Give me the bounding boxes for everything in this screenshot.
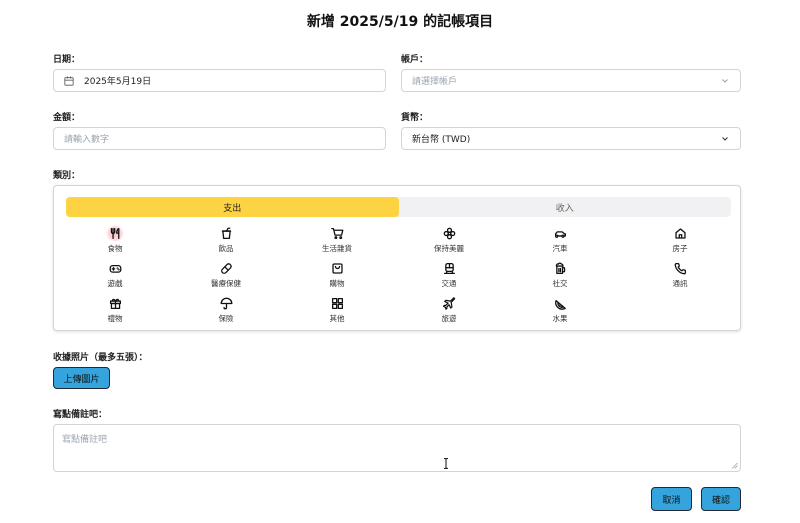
- category-drinks[interactable]: 飲品: [186, 226, 266, 254]
- category-groceries[interactable]: 生活雜貨: [297, 226, 377, 254]
- category-social[interactable]: 社交: [520, 261, 600, 289]
- amount-placeholder: 請輸入數字: [64, 135, 110, 145]
- category-beauty[interactable]: 保持美麗: [409, 226, 489, 254]
- notes-label: 寫點備註吧：: [53, 410, 108, 420]
- category-label-text: 食物: [107, 244, 123, 253]
- category-label-text: 房子: [672, 244, 688, 253]
- category-games[interactable]: 遊戲: [75, 261, 155, 289]
- category-transport[interactable]: 交通: [409, 261, 489, 289]
- account-select[interactable]: 請選擇帳戶: [401, 69, 741, 92]
- text-cursor-icon: [444, 458, 448, 469]
- category-shopping[interactable]: 購物: [297, 261, 377, 289]
- notes-placeholder: 寫點備註吧: [62, 435, 108, 445]
- category-label-text: 飲品: [218, 244, 234, 253]
- category-label-text: 醫療保健: [211, 279, 241, 288]
- category-label-text: 交通: [441, 279, 457, 288]
- receipt-label: 收據照片（最多五張）：: [53, 353, 148, 363]
- category-house[interactable]: 房子: [640, 226, 720, 254]
- currency-label: 貨幣：: [401, 113, 429, 123]
- utensils-icon: [110, 227, 119, 240]
- tab-expense[interactable]: 支出: [66, 197, 399, 217]
- shopping-bag-icon: [331, 263, 343, 274]
- category-food[interactable]: 食物: [75, 226, 155, 254]
- watermelon-icon: [554, 300, 566, 310]
- category-label-text: 購物: [329, 279, 345, 288]
- calendar-icon: [64, 75, 74, 86]
- grid-icon: [331, 297, 343, 310]
- beer-icon: [555, 262, 565, 275]
- category-label-text: 生活雜貨: [322, 244, 352, 253]
- category-label-text: 社交: [552, 279, 568, 288]
- account-label: 帳戶：: [401, 55, 429, 65]
- cart-icon: [330, 227, 343, 240]
- car-icon: [554, 231, 566, 238]
- category-fruit[interactable]: 水果: [520, 296, 600, 324]
- category-travel[interactable]: 旅遊: [409, 296, 489, 324]
- page-title: 新增 2025/5/19 的記帳項目: [306, 14, 494, 30]
- train-icon: [443, 262, 455, 275]
- category-label-text: 其他: [329, 314, 345, 323]
- category-panel: 支出 收入 食物 飲品 生活雜貨 保持美麗 汽車 房子 遊戲 醫療保健 購物 交…: [53, 185, 741, 331]
- date-picker[interactable]: 2025年5月19日: [53, 69, 386, 92]
- plane-icon: [442, 297, 455, 310]
- upload-image-button[interactable]: 上傳圖片: [53, 367, 110, 389]
- house-icon: [674, 228, 686, 239]
- cup-icon: [221, 227, 231, 240]
- date-value: 2025年5月19日: [84, 77, 152, 87]
- category-label-text: 汽車: [552, 244, 568, 253]
- flower-icon: [443, 227, 455, 240]
- category-label-text: 水果: [552, 314, 568, 323]
- gift-icon: [109, 298, 121, 310]
- category-label-text: 遊戲: [107, 279, 123, 288]
- umbrella-icon: [220, 297, 232, 310]
- category-other[interactable]: 其他: [297, 296, 377, 324]
- category-label-text: 通訊: [672, 279, 688, 288]
- category-car[interactable]: 汽車: [520, 226, 600, 254]
- category-label-text: 保險: [218, 314, 234, 323]
- gamepad-icon: [109, 265, 121, 273]
- currency-value: 新台幣 (TWD): [412, 135, 471, 145]
- notes-textarea[interactable]: 寫點備註吧: [53, 424, 741, 472]
- chevron-down-icon: [722, 137, 728, 141]
- pill-icon: [220, 263, 232, 274]
- category-label-text: 禮物: [107, 314, 123, 323]
- tab-income[interactable]: 收入: [399, 197, 732, 217]
- cancel-button[interactable]: 取消: [651, 487, 692, 511]
- category-healthcare[interactable]: 醫療保健: [186, 261, 266, 289]
- category-gifts[interactable]: 禮物: [75, 296, 155, 324]
- amount-label: 金額：: [53, 113, 81, 123]
- currency-select[interactable]: 新台幣 (TWD): [401, 127, 741, 150]
- category-label-text: 保持美麗: [434, 244, 464, 253]
- category-tabs: 支出 收入: [66, 197, 731, 217]
- chevron-down-icon: [722, 79, 728, 83]
- phone-icon: [674, 262, 686, 275]
- category-insurance[interactable]: 保險: [186, 296, 266, 324]
- amount-input[interactable]: 請輸入數字: [53, 127, 386, 150]
- confirm-button[interactable]: 確認: [701, 487, 741, 511]
- category-label: 類別：: [53, 171, 81, 181]
- resize-handle-icon[interactable]: [731, 462, 738, 469]
- category-label-text: 旅遊: [441, 314, 457, 323]
- account-placeholder: 請選擇帳戶: [412, 77, 458, 87]
- date-label: 日期：: [53, 55, 81, 65]
- category-telecom[interactable]: 通訊: [640, 261, 720, 289]
